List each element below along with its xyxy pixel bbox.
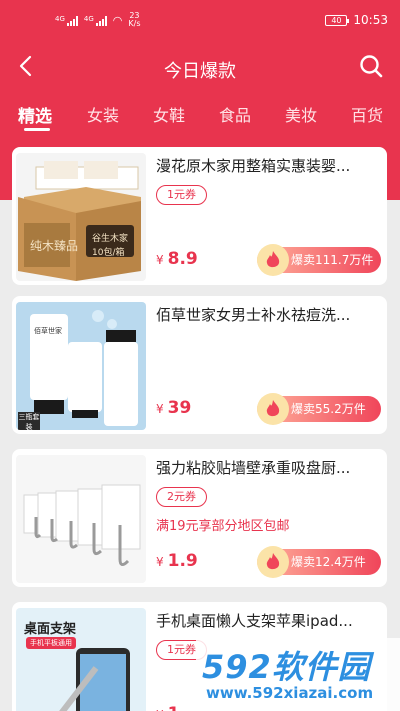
- tab-food[interactable]: 食品: [219, 102, 251, 126]
- image-text: 手机平板通用: [26, 637, 76, 649]
- product-card[interactable]: 佰草世家 三瓶套装 佰草世家女男士补水祛痘洗... ¥39 爆卖55.2万件: [12, 296, 387, 434]
- battery-icon: 40: [325, 14, 350, 26]
- product-card[interactable]: 强力粘胶贴墙壁承重吸盘厨... 2元券 满19元享部分地区包邮 ¥1.9 爆卖1…: [12, 449, 387, 587]
- product-price: ¥39: [156, 398, 192, 418]
- sales-badge: 爆卖55.2万件: [257, 393, 381, 425]
- coupon-badge: 1元券: [156, 185, 207, 205]
- product-image[interactable]: [16, 455, 146, 583]
- watermark: 592软件园 www.592xiazai.com: [196, 638, 400, 711]
- tab-indicator: [24, 128, 50, 131]
- flame-icon: [257, 244, 289, 276]
- image-text: 三瓶套装: [18, 412, 40, 430]
- image-text: 10包/箱: [92, 248, 125, 258]
- image-text: 桌面支架: [24, 622, 77, 637]
- product-image[interactable]: 桌面支架 手机平板通用: [16, 608, 146, 711]
- product-name[interactable]: 手机桌面懒人支架苹果ipad...: [156, 610, 381, 631]
- flame-icon: [257, 393, 289, 425]
- watermark-url: www.592xiazai.com: [206, 684, 374, 702]
- signal-icon: 4G: [55, 15, 78, 26]
- tab-general-goods[interactable]: 百货: [351, 102, 383, 126]
- promo-text: 满19元享部分地区包邮: [156, 519, 290, 534]
- product-name[interactable]: 漫花原木家用整箱实惠装婴...: [156, 155, 381, 176]
- product-price: ¥8.9: [156, 249, 198, 269]
- product-price: ¥1.9: [156, 551, 198, 571]
- search-icon[interactable]: [358, 53, 384, 79]
- watermark-logo: 592软件园: [202, 648, 371, 686]
- status-bar: 4G 4G ◠ 23 K/s 40 10:53: [0, 0, 400, 38]
- coupon-badge: 2元券: [156, 487, 207, 507]
- wifi-icon: ◠: [112, 13, 123, 27]
- image-text: 纯木臻品: [30, 239, 79, 253]
- sales-badge: 爆卖111.7万件: [257, 244, 381, 276]
- product-image[interactable]: 纯木臻品 谷生木家 10包/箱: [16, 153, 146, 281]
- tab-beauty[interactable]: 美妆: [285, 102, 317, 126]
- product-image[interactable]: 佰草世家 三瓶套装: [16, 302, 146, 430]
- tab-womens-clothing[interactable]: 女装: [87, 102, 119, 126]
- product-name[interactable]: 佰草世家女男士补水祛痘洗...: [156, 304, 381, 325]
- image-text: 谷生木家: [92, 234, 129, 244]
- status-right: 40 10:53: [325, 13, 388, 27]
- nav-bar: 今日爆款: [0, 45, 400, 89]
- signal-icon: 4G: [84, 15, 107, 26]
- product-price: ¥1.: [156, 704, 186, 711]
- flame-icon: [257, 546, 289, 578]
- sales-badge: 爆卖12.4万件: [257, 546, 381, 578]
- status-left: 4G 4G ◠ 23 K/s: [55, 12, 141, 28]
- image-text: 佰草世家: [34, 327, 62, 335]
- tab-featured[interactable]: 精选: [18, 102, 52, 127]
- product-card[interactable]: 纯木臻品 谷生木家 10包/箱 漫花原木家用整箱实惠装婴... 1元券 ¥8.9…: [12, 147, 387, 285]
- page-title: 今日爆款: [164, 61, 236, 82]
- product-name[interactable]: 强力粘胶贴墙壁承重吸盘厨...: [156, 457, 381, 478]
- clock: 10:53: [353, 13, 388, 27]
- tab-womens-shoes[interactable]: 女鞋: [153, 102, 185, 126]
- category-tabs: 精选 女装 女鞋 食品 美妆 百货: [0, 98, 400, 134]
- network-speed: 23 K/s: [128, 11, 141, 28]
